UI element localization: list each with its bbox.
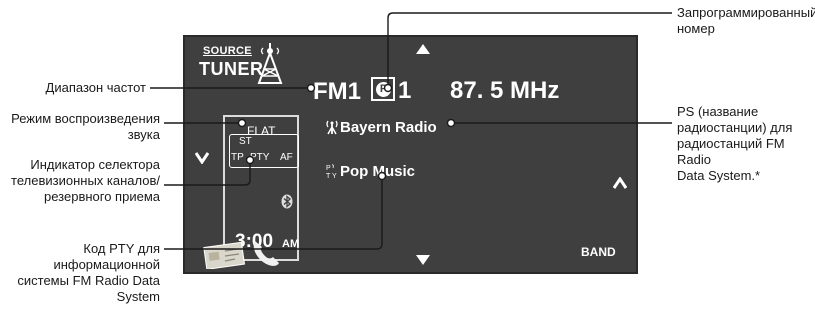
- chevron-right-icon[interactable]: [613, 177, 627, 189]
- antenna-tower-icon: [257, 43, 283, 84]
- station-name: Bayern Radio: [340, 119, 437, 136]
- callout-sound-mode-line1: Режим воспроизведения: [11, 111, 160, 126]
- callout-ps-name-line4: Data System.*: [677, 168, 761, 183]
- callout-ps-name-line3: радиостанций FM Radio: [677, 136, 785, 167]
- callout-pty-code: Код PTY для информационной системы FM Ra…: [0, 241, 160, 305]
- pty-indicator: PTY: [250, 152, 270, 163]
- callout-preset-number-line1: Запрограммированный: [677, 5, 815, 20]
- phone-handset-icon[interactable]: [249, 235, 283, 269]
- chevron-left-icon[interactable]: [195, 152, 209, 164]
- callout-sound-mode: Режим воспроизведения звука: [0, 111, 160, 143]
- arrow-down-icon[interactable]: [416, 255, 430, 265]
- callout-ps-name-line2: радиостанции) для: [677, 120, 793, 135]
- frequency-display: 87. 5 MHz: [450, 77, 560, 104]
- svg-text:P: P: [326, 165, 331, 172]
- callout-pty-code-line4: System: [116, 289, 160, 304]
- callout-frequency-band-line1: Диапазон частот: [45, 80, 146, 95]
- clock-ampm: AM: [282, 238, 300, 250]
- af-indicator: AF: [280, 152, 293, 163]
- band-display: FM1: [313, 78, 361, 105]
- arrow-up-icon[interactable]: [416, 44, 430, 54]
- bluetooth-icon: [281, 194, 293, 209]
- callout-tp-pty-indicator-line3: резервного приема: [44, 189, 160, 204]
- preset-badge-icon: P: [376, 82, 391, 97]
- diagram: SOURCE TUNER FM1 P 1 87. 5 MHz FLAT ST T…: [0, 0, 815, 322]
- callout-ps-name-line1: PS (название: [677, 104, 759, 119]
- card-icon[interactable]: [203, 237, 247, 269]
- svg-text:T: T: [326, 173, 331, 179]
- car-display-screen: SOURCE TUNER FM1 P 1 87. 5 MHz FLAT ST T…: [183, 35, 638, 274]
- callout-pty-code-line3: системы FM Radio Data: [17, 273, 160, 288]
- callout-tp-pty-indicator-line2: телевизионных каналов/: [11, 173, 160, 188]
- callout-frequency-band: Диапазон частот: [2, 80, 146, 96]
- pty-icon: P T Y: [326, 164, 337, 179]
- signal-icon: [326, 120, 338, 135]
- callout-tp-pty-indicator-line1: Индикатор селектора: [30, 157, 160, 172]
- tp-indicator: TP: [231, 152, 244, 163]
- callout-pty-code-line2: информационной: [53, 257, 160, 272]
- callout-preset-number: Запрограммированный номер: [677, 5, 815, 37]
- callout-tp-pty-indicator: Индикатор селектора телевизионных канало…: [0, 157, 160, 205]
- preset-badge-letter: P: [379, 83, 388, 95]
- svg-text:Y: Y: [332, 173, 337, 179]
- band-button[interactable]: BAND: [581, 245, 616, 259]
- callout-pty-code-line1: Код PTY для: [83, 241, 160, 256]
- callout-preset-number-line2: номер: [677, 21, 715, 36]
- callout-ps-name: PS (название радиостанции) для радиостан…: [677, 104, 813, 184]
- source-label: SOURCE: [203, 45, 252, 57]
- st-indicator: ST: [239, 136, 252, 147]
- preset-display: P: [371, 77, 395, 101]
- tuner-label[interactable]: TUNER: [199, 59, 264, 80]
- pty-name: Pop Music: [340, 163, 416, 180]
- preset-number: 1: [398, 77, 412, 104]
- callout-sound-mode-line2: звука: [127, 127, 160, 142]
